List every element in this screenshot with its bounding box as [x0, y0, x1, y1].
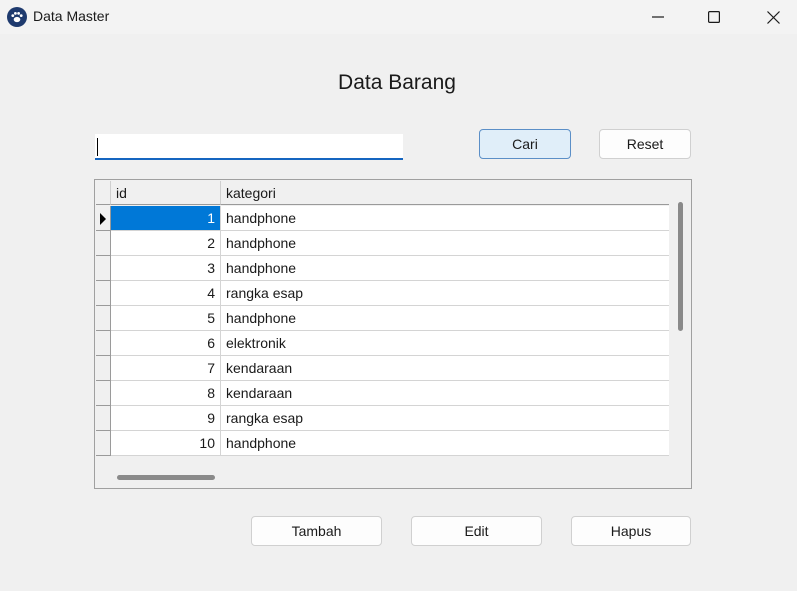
vertical-scrollbar[interactable]	[678, 202, 683, 331]
cell-id[interactable]: 8	[111, 381, 221, 406]
app-window: Data Master Data Barang Cari Reset id ka…	[0, 0, 797, 591]
grid-header: id kategori	[96, 181, 669, 206]
cell-kategori[interactable]: kendaraan	[221, 356, 669, 381]
cell-id[interactable]: 5	[111, 306, 221, 331]
search-button[interactable]: Cari	[479, 129, 571, 159]
cell-id[interactable]: 1	[111, 206, 221, 231]
current-row-icon	[100, 213, 106, 225]
table-row[interactable]: 5 handphone	[96, 306, 669, 331]
cell-kategori[interactable]: handphone	[221, 306, 669, 331]
cell-id[interactable]: 6	[111, 331, 221, 356]
row-header[interactable]	[96, 381, 111, 406]
window-title: Data Master	[33, 8, 110, 24]
cell-kategori[interactable]: rangka esap	[221, 406, 669, 431]
table-row[interactable]: 6 elektronik	[96, 331, 669, 356]
column-header-kategori[interactable]: kategori	[221, 181, 669, 205]
horizontal-scrollbar[interactable]	[117, 475, 215, 480]
close-button[interactable]	[744, 0, 797, 34]
row-header[interactable]	[96, 306, 111, 331]
add-button[interactable]: Tambah	[251, 516, 382, 546]
row-header[interactable]	[96, 356, 111, 381]
row-header[interactable]	[96, 281, 111, 306]
cell-id[interactable]: 4	[111, 281, 221, 306]
cell-kategori[interactable]: kendaraan	[221, 381, 669, 406]
cell-id[interactable]: 7	[111, 356, 221, 381]
cell-id[interactable]: 3	[111, 256, 221, 281]
table-row[interactable]: 4 rangka esap	[96, 281, 669, 306]
close-icon	[766, 10, 780, 24]
table-row[interactable]: 3 handphone	[96, 256, 669, 281]
row-header[interactable]	[96, 206, 111, 231]
cell-kategori[interactable]: handphone	[221, 231, 669, 256]
table-row[interactable]: 1 handphone	[96, 206, 669, 231]
title-bar: Data Master	[0, 0, 797, 34]
paw-icon	[7, 7, 27, 27]
table-row[interactable]: 10 handphone	[96, 431, 669, 456]
cell-id[interactable]: 10	[111, 431, 221, 456]
table-row[interactable]: 9 rangka esap	[96, 406, 669, 431]
cell-kategori[interactable]: handphone	[221, 431, 669, 456]
delete-button[interactable]: Hapus	[571, 516, 691, 546]
row-header[interactable]	[96, 256, 111, 281]
edit-button[interactable]: Edit	[411, 516, 542, 546]
row-header[interactable]	[96, 331, 111, 356]
text-caret	[97, 138, 98, 156]
table-row[interactable]: 2 handphone	[96, 231, 669, 256]
column-header-id[interactable]: id	[111, 181, 221, 205]
page-title: Data Barang	[338, 71, 456, 94]
reset-button[interactable]: Reset	[599, 129, 691, 159]
search-input[interactable]	[95, 134, 403, 160]
minimize-icon	[652, 16, 664, 18]
data-grid[interactable]: id kategori 1 handphone 2 handphone 3 handpho…	[94, 179, 692, 489]
cell-kategori[interactable]: rangka esap	[221, 281, 669, 306]
row-header[interactable]	[96, 406, 111, 431]
table-row[interactable]: 7 kendaraan	[96, 356, 669, 381]
minimize-button[interactable]	[629, 0, 687, 34]
cell-kategori[interactable]: elektronik	[221, 331, 669, 356]
cell-kategori[interactable]: handphone	[221, 256, 669, 281]
cell-kategori[interactable]: handphone	[221, 206, 669, 231]
maximize-button[interactable]	[685, 0, 743, 34]
row-header[interactable]	[96, 231, 111, 256]
cell-id[interactable]: 9	[111, 406, 221, 431]
header-corner	[96, 181, 111, 205]
cell-id[interactable]: 2	[111, 231, 221, 256]
row-header[interactable]	[96, 431, 111, 456]
maximize-icon	[708, 11, 720, 23]
table-row[interactable]: 8 kendaraan	[96, 381, 669, 406]
